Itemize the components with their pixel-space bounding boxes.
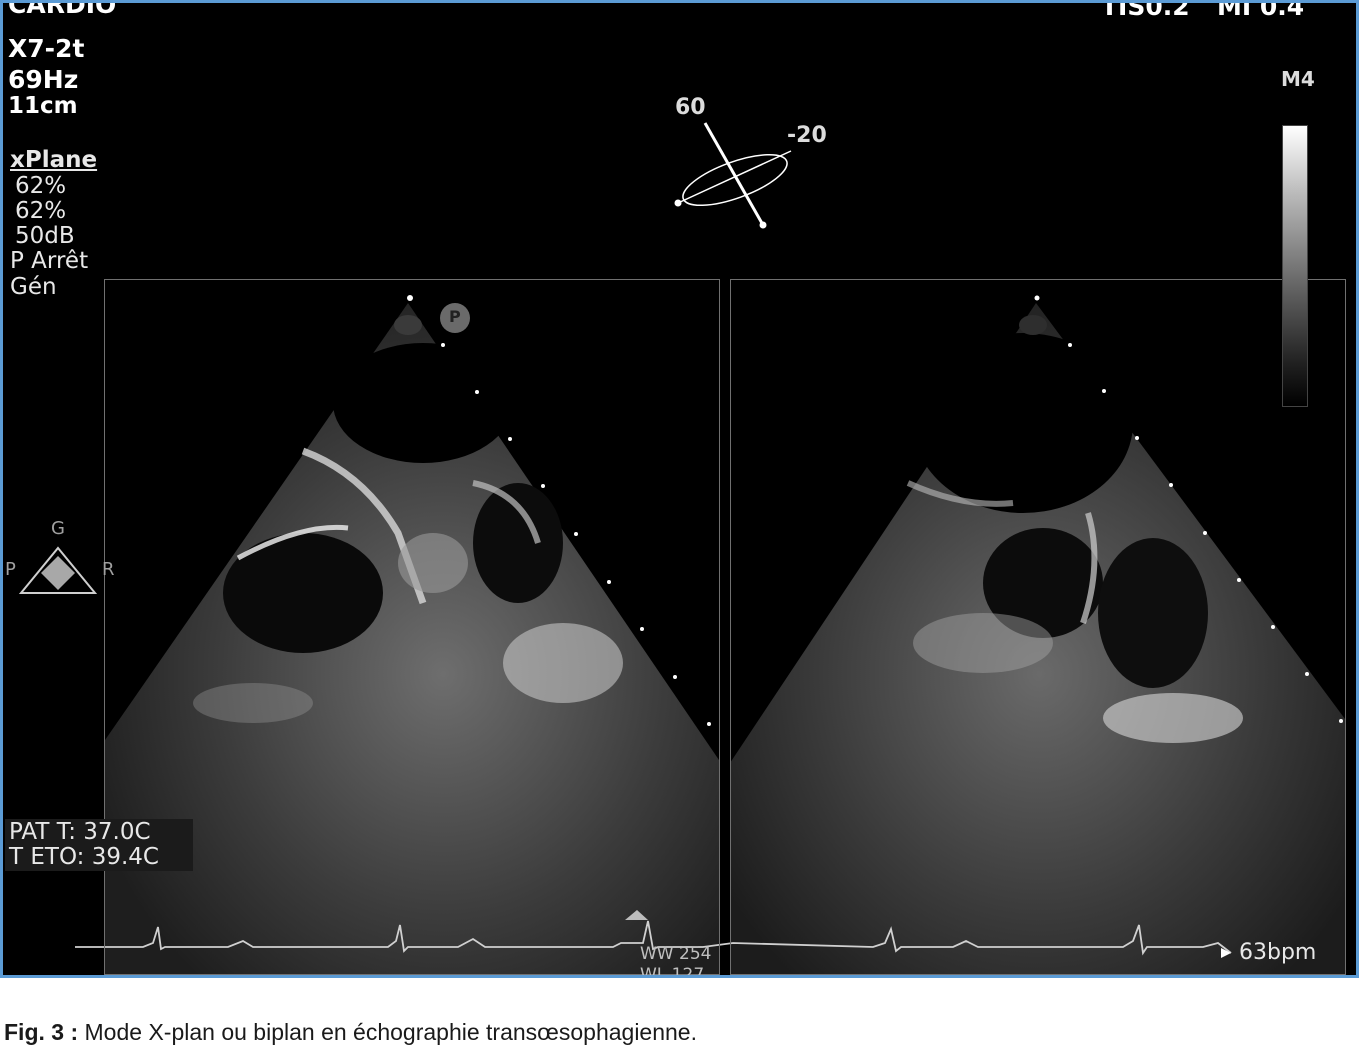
colormap-label: M4 (1281, 67, 1315, 91)
xplane-angle-icon (674, 122, 792, 229)
setting-value: Gén (10, 274, 57, 300)
angle-primary: 60 (675, 95, 706, 120)
right-image-panel (730, 279, 1346, 975)
orientation-left: P (5, 559, 16, 580)
caption-text: Mode X-plan ou biplan en échographie tra… (84, 1019, 697, 1045)
probe-label: X7-2t (8, 34, 85, 63)
frequency-label: 69Hz (8, 65, 79, 94)
setting-value: 62% (15, 198, 67, 224)
orientation-triangle-icon (18, 546, 98, 594)
probe-temperature: T ETO: 39.4C (9, 844, 159, 870)
grayscale-bar (1282, 125, 1308, 407)
setting-value: P Arrêt (10, 248, 89, 274)
left-image-panel (104, 279, 720, 975)
xplane-title: xPlane (10, 147, 98, 173)
patient-temperature: PAT T: 37.0C (9, 819, 151, 845)
probe-p-label: P (449, 307, 461, 326)
heart-rate: 63bpm (1239, 940, 1317, 965)
caption-label: Fig. 3 : (4, 1019, 79, 1045)
mi-label: MI 0.4 (1217, 0, 1305, 21)
window-width: WW 254 (640, 944, 712, 964)
setting-value: 62% (15, 173, 67, 199)
setting-value: 50dB (15, 223, 75, 249)
orientation-top: G (51, 518, 65, 539)
tis-label: TIS0.2 (1101, 0, 1190, 21)
angle-secondary: -20 (787, 123, 827, 148)
mode-label: CARDIO (8, 0, 117, 19)
figure-caption: Fig. 3 : Mode X-plan ou biplan en échogr… (4, 1019, 697, 1046)
depth-label: 11cm (8, 93, 78, 119)
window-level: WL 127 (640, 965, 705, 978)
orientation-right: R (102, 559, 115, 580)
ultrasound-display: CARDIO X7-2t 69Hz 11cm TIS0.2 MI 0.4 xPl… (0, 0, 1359, 978)
